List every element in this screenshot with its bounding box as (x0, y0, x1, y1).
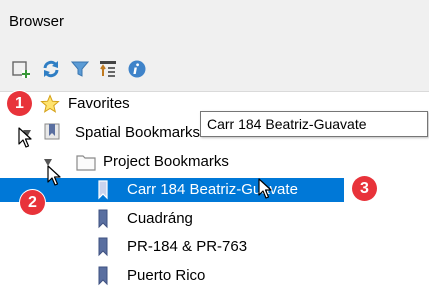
spatial-bookmarks-label: Spatial Bookmarks (75, 124, 201, 141)
bookmark-label: Puerto Rico (127, 267, 206, 284)
project-bookmarks-label: Project Bookmarks (103, 153, 229, 170)
bookmark-icon (98, 237, 108, 257)
bookmark-label: Carr 184 Beatriz-Guavate (127, 181, 298, 198)
annotation-badge-3: 3 (352, 176, 377, 201)
tooltip: Carr 184 Beatriz-Guavate (200, 111, 428, 137)
mouse-pointer-icon (258, 178, 272, 199)
favorites-label: Favorites (68, 95, 130, 112)
star-icon (40, 94, 60, 113)
browser-panel: Browser Favorites Spatial Bookmarks Proj… (0, 0, 429, 291)
tree-item-bookmark[interactable]: Puerto Rico (0, 264, 429, 288)
add-layer-icon[interactable] (11, 59, 31, 79)
annotation-badge-2: 2 (20, 190, 45, 215)
browser-toolbar (0, 49, 429, 92)
annotation-badge-1: 1 (7, 91, 32, 116)
filter-icon[interactable] (70, 59, 90, 79)
bookmark-icon (98, 180, 108, 200)
tree-item-bookmark[interactable]: PR-184 & PR-763 (0, 235, 429, 259)
mouse-pointer-icon (18, 127, 32, 148)
tooltip-text: Carr 184 Beatriz-Guavate (207, 116, 367, 132)
refresh-icon[interactable] (41, 59, 61, 79)
bookmark-label: Cuadráng (127, 210, 193, 227)
tree-item-project-bookmarks[interactable]: Project Bookmarks (0, 150, 429, 174)
folder-icon (76, 155, 96, 171)
collapse-all-icon[interactable] (98, 59, 118, 79)
panel-titlebar: Browser (0, 0, 429, 49)
tree-item-bookmark[interactable]: Cuadráng (0, 207, 429, 231)
bookmark-icon (98, 209, 108, 229)
bookmark-icon (98, 266, 108, 286)
bookmark-label: PR-184 & PR-763 (127, 238, 248, 255)
mouse-pointer-icon (47, 165, 61, 186)
info-icon[interactable] (127, 59, 147, 79)
bookmarks-icon (44, 123, 60, 140)
panel-title: Browser (9, 13, 65, 30)
